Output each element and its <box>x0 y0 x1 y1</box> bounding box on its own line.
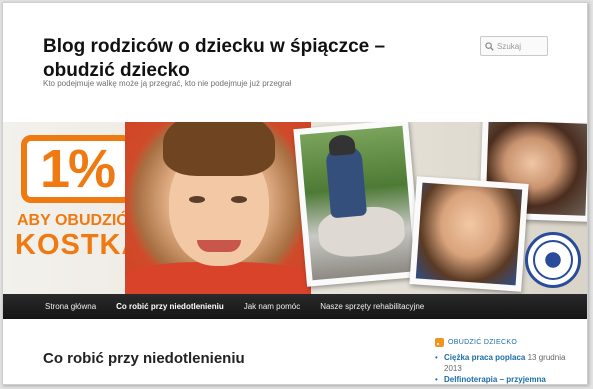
shirt-shape <box>125 262 311 294</box>
post-link[interactable]: Delfinoterapia – przyjemna <box>444 375 546 384</box>
search-icon <box>485 41 494 51</box>
page: Blog rodziców o dziecku w śpiączce – obu… <box>2 2 588 385</box>
one-percent-logo: 1% <box>21 135 133 203</box>
rider-shape <box>325 145 368 219</box>
nav-item-equipment[interactable]: Nasze sprzęty rehabilitacyjne <box>320 302 424 311</box>
search-input[interactable] <box>497 41 547 51</box>
list-item: Delfinoterapia – przyjemna <box>435 374 585 384</box>
foundation-seal-icon <box>525 232 581 288</box>
list-item: Ciężka praca poplaca 13 grudnia 2013 <box>435 352 585 374</box>
widget-header: OBUDZIĆ DZIECKO <box>435 338 585 347</box>
main-navigation: Strona główna Co robić przy niedotlenien… <box>3 294 587 319</box>
search-box[interactable] <box>480 36 548 56</box>
recent-posts-list: Ciężka praca poplaca 13 grudnia 2013 Del… <box>435 352 585 384</box>
eye-left <box>189 196 205 203</box>
hair-shape <box>163 122 275 176</box>
post-link[interactable]: Ciężka praca poplaca <box>444 353 525 362</box>
site-tagline: Kto podejmuje walkę może ją przegrać, kt… <box>43 79 292 88</box>
nav-item-home[interactable]: Strona główna <box>45 302 96 311</box>
boy-closeup-photo <box>409 176 529 292</box>
sidebar-widget: OBUDZIĆ DZIECKO Ciężka praca poplaca 13 … <box>435 338 585 384</box>
site-title[interactable]: Blog rodziców o dziecku w śpiączce – obu… <box>43 35 403 83</box>
horse-riding-photo <box>293 122 422 287</box>
widget-title[interactable]: OBUDZIĆ DZIECKO <box>448 339 517 346</box>
nav-item-hypoxia[interactable]: Co robić przy niedotlenieniu <box>116 302 224 311</box>
nav-item-help-us[interactable]: Jak nam pomóc <box>244 302 300 311</box>
site-header: Blog rodziców o dziecku w śpiączce – obu… <box>3 3 587 121</box>
header-banner[interactable]: 1% ABY OBUDZIĆ KOSTKA <box>3 122 587 294</box>
helmet-shape <box>328 134 356 157</box>
eye-right <box>231 196 247 203</box>
rss-icon[interactable] <box>435 338 444 347</box>
mouth-shape <box>197 240 241 252</box>
page-title: Co robić przy niedotlenieniu <box>43 350 245 367</box>
banner-slogan-line1: ABY OBUDZIĆ <box>17 212 128 229</box>
logo-text: 1% <box>39 139 116 199</box>
boy-portrait-photo <box>125 122 311 294</box>
